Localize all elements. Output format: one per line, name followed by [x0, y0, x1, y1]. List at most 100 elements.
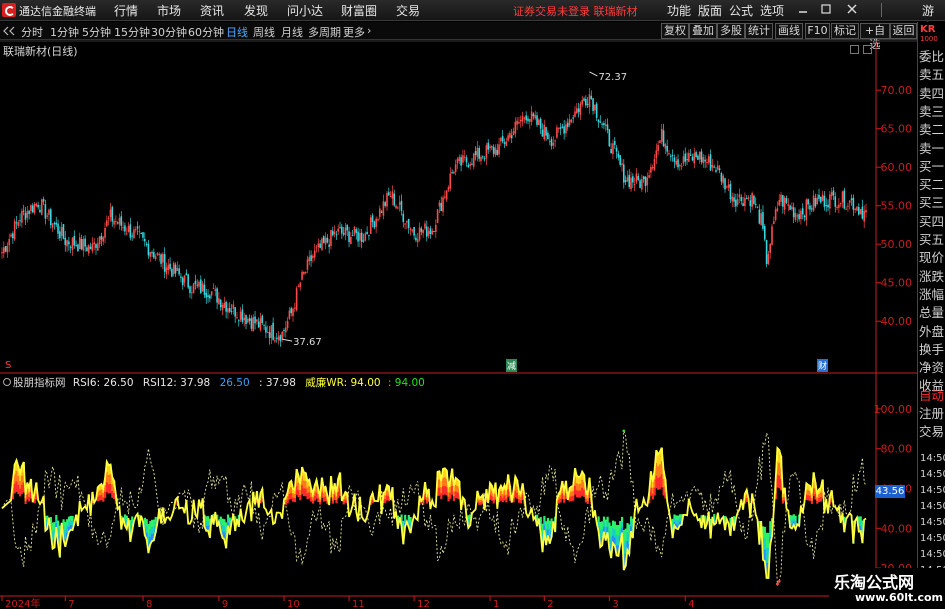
candle-down	[388, 192, 390, 196]
candle-down	[241, 309, 244, 323]
candle-down	[415, 237, 417, 241]
trade-label[interactable]: 交易	[919, 421, 944, 440]
candle-down	[541, 129, 544, 137]
candle-up	[538, 119, 540, 126]
candle-up	[657, 145, 659, 151]
candle-up	[303, 271, 305, 275]
candle-up	[780, 194, 782, 202]
candle-down	[50, 209, 52, 226]
candle-up	[377, 219, 379, 221]
candle-down	[673, 157, 676, 162]
candle-up	[115, 221, 117, 223]
candle-down	[684, 153, 687, 162]
candle-down	[613, 141, 616, 145]
candle-up	[830, 192, 833, 197]
candle-up	[201, 283, 204, 292]
candle-down	[585, 99, 587, 106]
candle-up	[8, 239, 11, 246]
value3: : 94.00	[387, 377, 425, 389]
rsi-band-fill	[505, 498, 508, 503]
candle-down	[216, 288, 218, 303]
candle-down	[68, 241, 70, 245]
candle-down	[57, 223, 59, 234]
candle-up	[494, 147, 497, 156]
candle-down	[510, 135, 513, 139]
tick-time: 14:50	[920, 485, 945, 496]
candle-up	[778, 199, 781, 206]
candle-up	[13, 221, 16, 240]
candle-up	[256, 319, 258, 322]
trade-label[interactable]: 注册	[919, 403, 944, 422]
candle-up	[149, 252, 152, 257]
candle-up	[679, 164, 681, 167]
candle-up	[570, 119, 573, 123]
candle-up	[664, 144, 667, 149]
candle-down	[248, 318, 251, 321]
candlestick-series	[1, 87, 867, 347]
candle-up	[660, 128, 663, 142]
candle-up	[456, 158, 459, 164]
rsi12-line	[1, 445, 867, 579]
rsi-band-fill	[563, 498, 566, 503]
candle-down	[440, 203, 443, 212]
candle-down	[171, 268, 173, 277]
candle-up	[190, 292, 193, 294]
candle-up	[635, 173, 638, 183]
candle-up	[480, 156, 482, 162]
indicator-settings-icon[interactable]	[3, 378, 11, 386]
candle-down	[785, 198, 788, 203]
marker-jian: 减	[506, 359, 518, 372]
candle-up	[218, 298, 220, 305]
panel-maximize-icon[interactable]	[863, 45, 872, 54]
quote-label: 买一	[919, 158, 945, 174]
candle-up	[556, 127, 558, 138]
candle-up	[270, 325, 273, 339]
price-tick-label: 40.00	[881, 315, 913, 328]
candle-up	[543, 124, 546, 140]
candle-up	[722, 175, 725, 184]
candle-down	[100, 235, 103, 240]
candle-up	[33, 203, 36, 214]
candle-up	[747, 197, 750, 199]
candle-up	[308, 256, 311, 262]
candle-down	[720, 173, 723, 182]
quote-label: 外盘	[919, 323, 945, 339]
candle-up	[259, 318, 262, 330]
candle-down	[852, 197, 855, 210]
candle-up	[773, 221, 775, 224]
candle-up	[227, 308, 229, 313]
candle-down	[373, 221, 376, 228]
min-label: 37.67	[293, 337, 322, 348]
candle-up	[51, 223, 54, 228]
quote-label: 卖二	[919, 122, 945, 138]
trade-label[interactable]: 自动	[919, 385, 944, 404]
chart-area[interactable]: 40.00 45.00 50.00 55.00 60.00 65.00 70.00 72.3…	[0, 0, 917, 609]
candle-up	[98, 236, 101, 244]
panel-collapse-icon[interactable]	[850, 45, 859, 54]
candle-up	[485, 145, 488, 159]
candle-down	[351, 235, 354, 237]
candle-up	[350, 236, 352, 245]
candle-up	[626, 177, 629, 182]
candle-up	[787, 204, 790, 206]
quote-label: 买三	[919, 195, 945, 211]
candle-up	[736, 198, 739, 205]
rsi6-label: RSI6: 26.50	[72, 377, 134, 389]
candle-up	[845, 208, 847, 210]
candle-down	[331, 230, 334, 236]
candle-down	[496, 149, 499, 155]
tick-time: 14:50	[920, 533, 945, 544]
candle-up	[286, 320, 289, 329]
tick-time: 14:50	[920, 517, 945, 528]
candle-up	[447, 187, 450, 191]
candle-up	[548, 140, 551, 142]
candle-up	[507, 135, 509, 141]
candle-up	[30, 205, 32, 212]
candle-up	[87, 245, 90, 254]
candle-up	[838, 204, 840, 208]
candle-down	[801, 208, 804, 215]
candle-up	[505, 141, 508, 146]
candle-up	[648, 175, 650, 178]
candle-down	[803, 215, 806, 218]
quote-label: 换手	[919, 341, 945, 357]
